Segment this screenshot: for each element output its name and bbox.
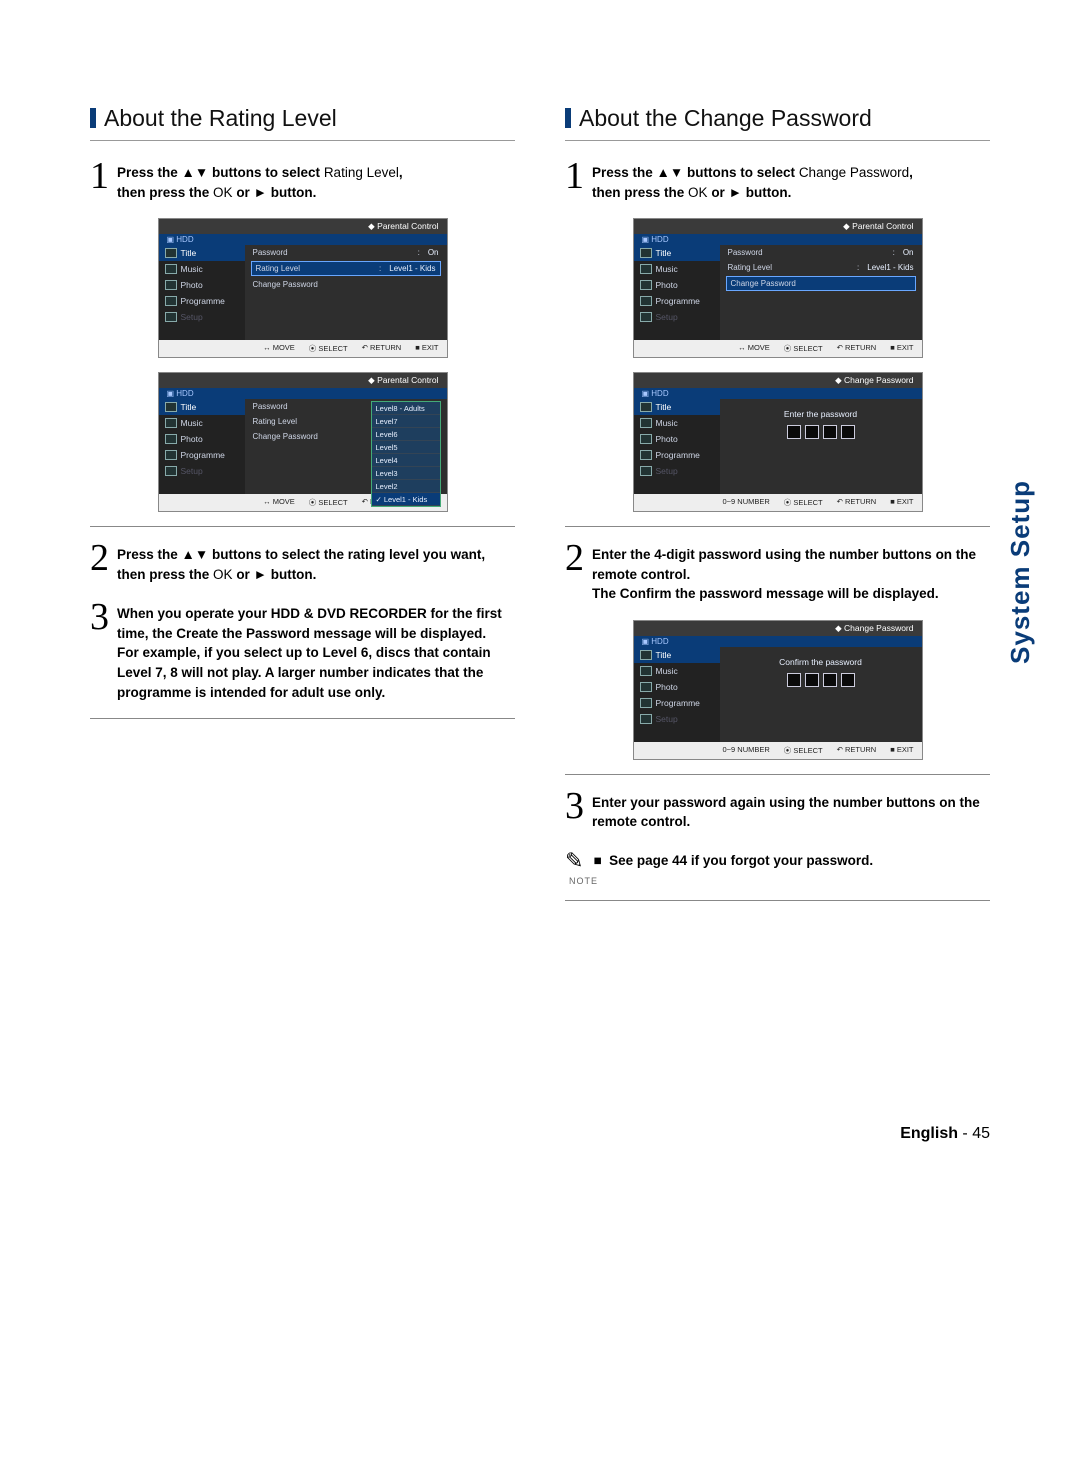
step-number: 3 — [565, 789, 584, 823]
note-label: NOTE — [569, 876, 990, 886]
right-step-1: 1 Press the ▲▼ buttons to select Change … — [565, 159, 990, 202]
osd-confirm-password: ◆ Change Password ▣ HDD Title Music Phot… — [633, 620, 923, 760]
osd-rating-dropdown: ◆ Parental Control ▣ HDD Title Music Pho… — [158, 372, 448, 512]
right-column: About the Change Password 1 Press the ▲▼… — [565, 105, 990, 915]
osd-enter-password: ◆ Change Password ▣ HDD Title Music Phot… — [633, 372, 923, 512]
right-step-2: 2 Enter the 4-digit password using the n… — [565, 541, 990, 604]
step-number: 3 — [90, 600, 109, 634]
step-text: When you operate your HDD & DVD RECORDER… — [117, 600, 515, 702]
left-step-2: 2 Press the ▲▼ buttons to select the rat… — [90, 541, 515, 584]
right-step-3: 3 Enter your password again using the nu… — [565, 789, 990, 832]
side-tab: System Setup — [1005, 480, 1036, 664]
step-text: Enter the 4-digit password using the num… — [592, 541, 990, 604]
osd-rating-level: ◆ Parental Control ▣ HDD Title Music Pho… — [158, 218, 448, 358]
left-column: About the Rating Level 1 Press the ▲▼ bu… — [90, 105, 515, 915]
note-text: ■ See page 44 if you forgot your passwor… — [593, 853, 873, 868]
step-text: Press the ▲▼ buttons to select the ratin… — [117, 541, 515, 584]
section-title-rating: About the Rating Level — [90, 105, 515, 141]
step-text: Press the ▲▼ buttons to select Rating Le… — [117, 159, 403, 202]
step-text: Enter your password again using the numb… — [592, 789, 990, 832]
left-step-1: 1 Press the ▲▼ buttons to select Rating … — [90, 159, 515, 202]
note-row: ✎ ■ See page 44 if you forgot your passw… — [565, 848, 990, 874]
left-step-3: 3 When you operate your HDD & DVD RECORD… — [90, 600, 515, 702]
section-title-password: About the Change Password — [565, 105, 990, 141]
page-footer: English - 45 — [90, 1125, 990, 1143]
step-number: 2 — [565, 541, 584, 575]
step-number: 2 — [90, 541, 109, 575]
osd-change-password-select: ◆ Parental Control ▣ HDD Title Music Pho… — [633, 218, 923, 358]
pencil-icon: ✎ — [565, 848, 583, 874]
step-text: Press the ▲▼ buttons to select Change Pa… — [592, 159, 913, 202]
step-number: 1 — [565, 159, 584, 193]
step-number: 1 — [90, 159, 109, 193]
